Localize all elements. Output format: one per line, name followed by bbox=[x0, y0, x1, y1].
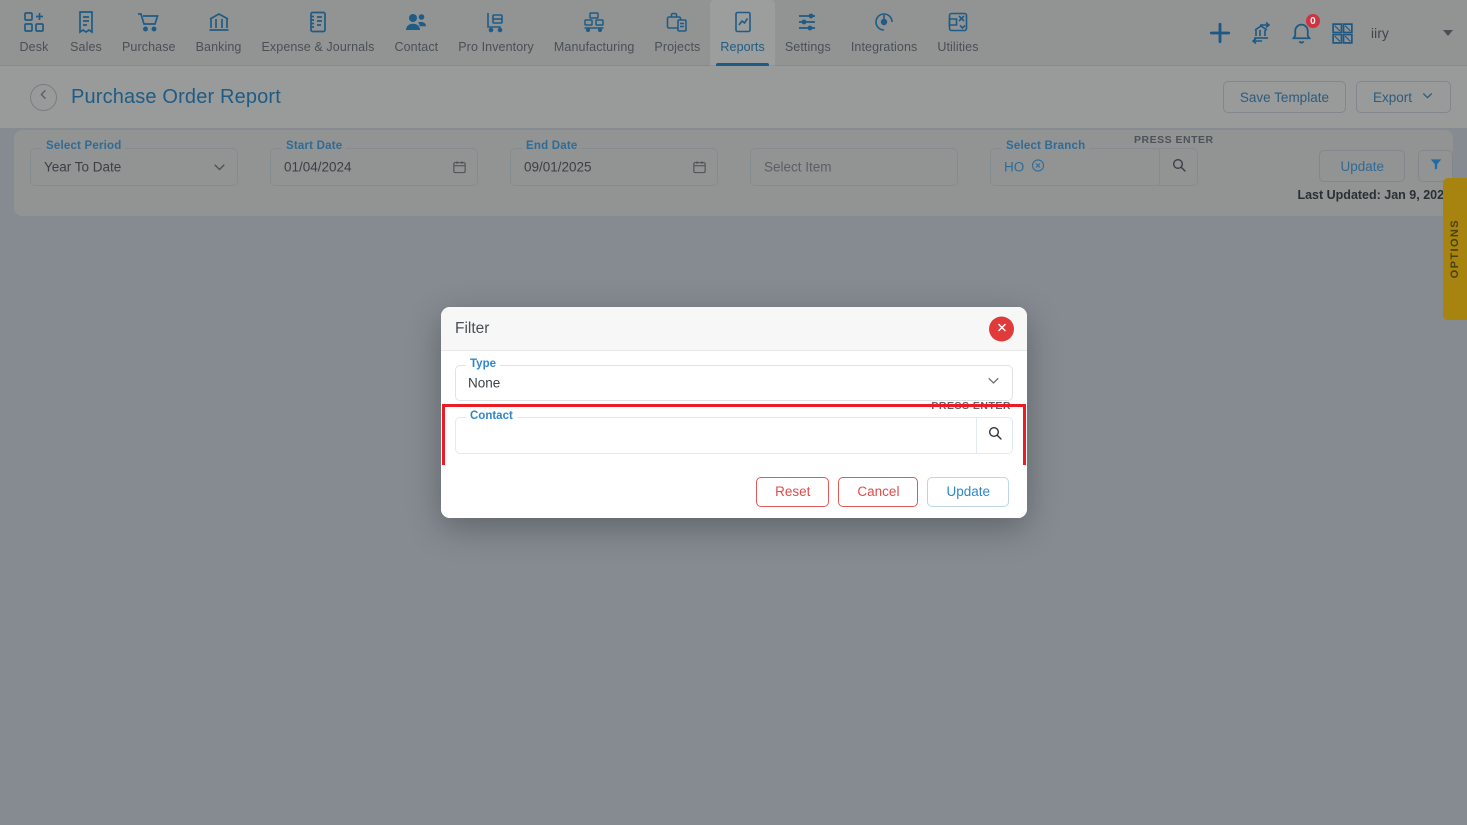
type-value: None bbox=[468, 375, 501, 391]
filter-modal: Filter Type None PRESS ENTER Contact Res… bbox=[441, 307, 1027, 518]
contact-search-button[interactable] bbox=[976, 418, 1012, 453]
search-icon bbox=[987, 425, 1003, 446]
chevron-down-icon[interactable] bbox=[986, 373, 1001, 393]
contact-search-field[interactable]: Contact bbox=[455, 410, 1013, 454]
modal-update-button[interactable]: Update bbox=[927, 476, 1009, 507]
update-label: Update bbox=[946, 484, 990, 499]
reset-label: Reset bbox=[775, 484, 811, 499]
contact-input[interactable] bbox=[467, 418, 967, 453]
cancel-label: Cancel bbox=[857, 484, 900, 499]
modal-header: Filter bbox=[441, 307, 1027, 351]
contact-field-wrapper: PRESS ENTER Contact bbox=[455, 400, 1013, 454]
modal-title: Filter bbox=[455, 319, 490, 337]
close-x-icon bbox=[996, 321, 1008, 336]
type-label: Type bbox=[466, 358, 500, 370]
press-enter-hint: PRESS ENTER bbox=[931, 400, 1011, 412]
reset-button[interactable]: Reset bbox=[756, 476, 830, 507]
cancel-button[interactable]: Cancel bbox=[838, 476, 919, 507]
app-root: Desk Sales Purchase Banking Expense & Jo… bbox=[0, 0, 1467, 825]
modal-footer: Reset Cancel Update bbox=[441, 465, 1027, 518]
modal-body: Type None bbox=[441, 351, 1027, 401]
type-select-field[interactable]: Type None bbox=[455, 358, 1013, 401]
modal-close-button[interactable] bbox=[989, 316, 1014, 341]
